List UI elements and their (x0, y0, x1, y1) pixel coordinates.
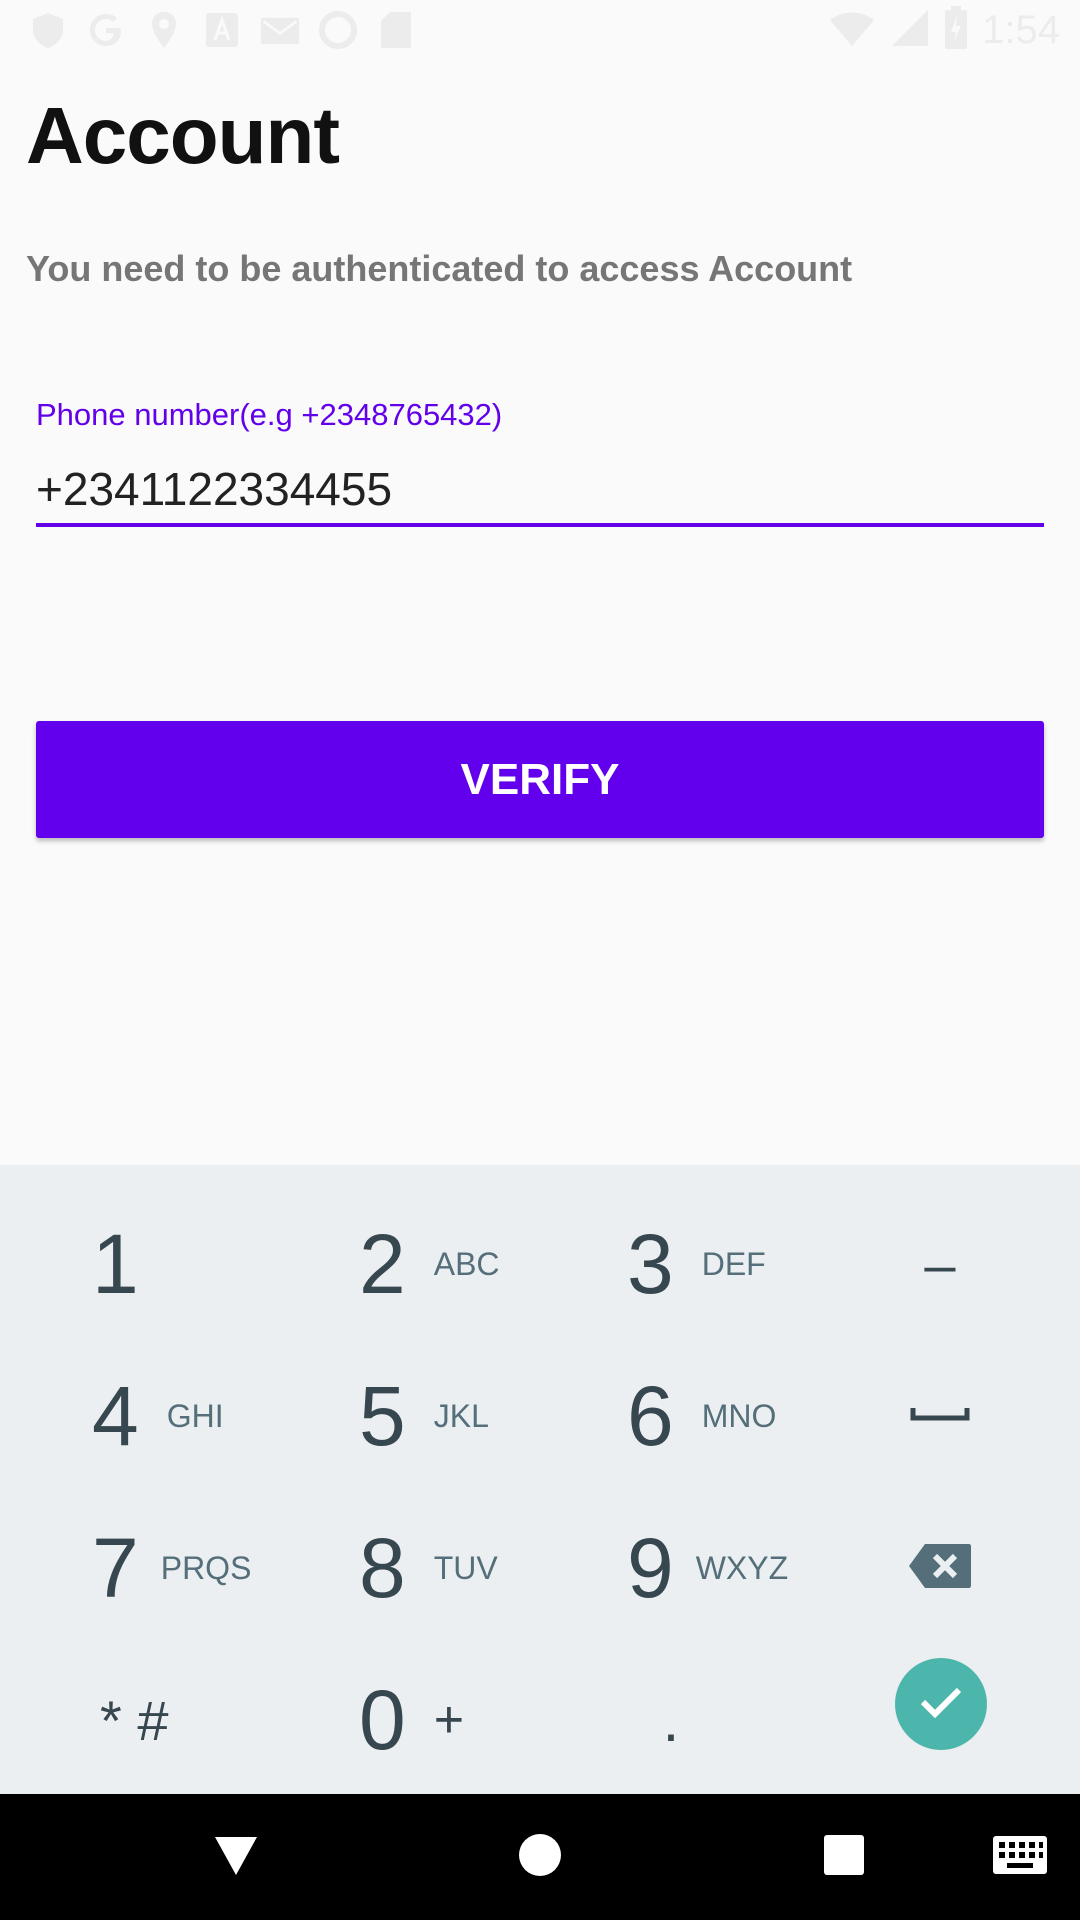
key-4[interactable]: 4 GHI (92, 1346, 342, 1486)
page-subtitle: You need to be authenticated to access A… (26, 248, 853, 289)
space-icon (910, 1404, 970, 1429)
key-space[interactable] (815, 1346, 1065, 1486)
key-2[interactable]: 2 ABC (359, 1194, 609, 1334)
key-7[interactable]: 7 PRQS (92, 1498, 342, 1638)
signal-icon (890, 8, 930, 53)
battery-icon (944, 6, 968, 55)
status-time: 1:54 (982, 8, 1060, 52)
wifi-icon (828, 8, 876, 53)
backspace-icon (907, 1542, 973, 1595)
keyboard-icon (993, 1835, 1047, 1879)
back-icon (213, 1833, 259, 1882)
navigation-bar (0, 1794, 1080, 1920)
nav-keyboard-button[interactable] (960, 1794, 1080, 1920)
check-icon (917, 1682, 965, 1727)
key-dot[interactable]: . (546, 1650, 796, 1790)
phone-number-input[interactable] (36, 455, 1044, 527)
verify-button[interactable]: VERIFY (36, 721, 1044, 838)
nav-recents-button[interactable] (784, 1794, 904, 1920)
phone-field-label: Phone number(e.g +2348765432) (36, 397, 503, 432)
sync-icon (318, 10, 358, 50)
key-star-hash[interactable]: * # (100, 1650, 350, 1790)
sd-card-icon (376, 10, 416, 50)
google-icon (86, 10, 126, 50)
recents-icon (824, 1834, 864, 1880)
home-icon (518, 1833, 562, 1882)
nav-back-button[interactable] (176, 1794, 296, 1920)
key-8[interactable]: 8 TUV (359, 1498, 609, 1638)
key-1[interactable]: 1 (92, 1194, 342, 1334)
key-backspace[interactable] (815, 1498, 1065, 1638)
key-5[interactable]: 5 JKL (359, 1346, 609, 1486)
a-icon (202, 10, 242, 50)
page-title: Account (26, 91, 340, 180)
status-icons-right: 1:54 (828, 6, 1060, 55)
nav-home-button[interactable] (480, 1794, 600, 1920)
key-dash[interactable]: – (815, 1194, 1065, 1334)
status-bar: 1:54 (0, 0, 1080, 64)
mail-icon (260, 10, 300, 50)
status-icons-left (28, 10, 416, 50)
location-icon (144, 10, 184, 50)
done-button[interactable] (895, 1658, 987, 1750)
shield-icon (28, 10, 68, 50)
